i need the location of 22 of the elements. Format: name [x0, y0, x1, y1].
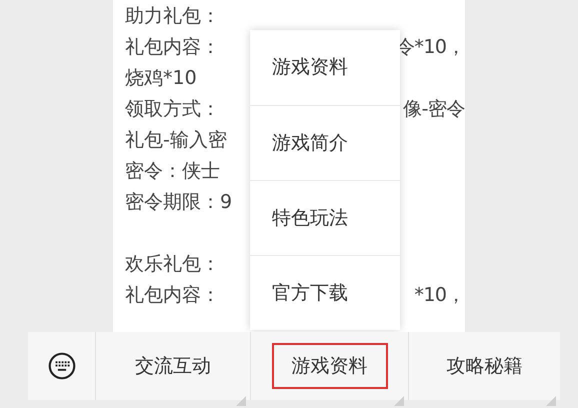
keyboard-icon[interactable] — [48, 352, 76, 380]
content-text: 礼包内容： — [125, 35, 220, 60]
menu-tab[interactable]: 交流互动 — [115, 343, 231, 389]
content-text: 欢乐礼包： — [125, 252, 220, 277]
corner-triangle-icon — [546, 396, 556, 406]
content-text: 领取方式： — [125, 97, 220, 122]
content-text: 像-密令 — [403, 97, 465, 122]
corner-triangle-icon — [236, 396, 246, 406]
content-text: *10， — [414, 283, 465, 308]
content-text: 密令：侠士 — [125, 159, 220, 184]
content-text: 烧鸡*10 — [125, 66, 197, 91]
menu-tab[interactable]: 游戏资料 — [272, 343, 388, 389]
content-text: 礼包内容： — [125, 283, 220, 308]
content-text: 密令期限：9 — [125, 190, 232, 215]
menu-tab[interactable]: 攻略秘籍 — [426, 343, 542, 389]
menu-item[interactable]: 游戏资料 — [250, 30, 400, 105]
corner-triangle-icon — [394, 396, 404, 406]
content-text: 礼包-输入密 — [125, 128, 227, 153]
menu-item[interactable]: 官方下载 — [250, 255, 400, 330]
content-text: 助力礼包： — [125, 4, 220, 29]
menu-item[interactable]: 游戏简介 — [250, 105, 400, 180]
menu-item[interactable]: 特色玩法 — [250, 180, 400, 255]
